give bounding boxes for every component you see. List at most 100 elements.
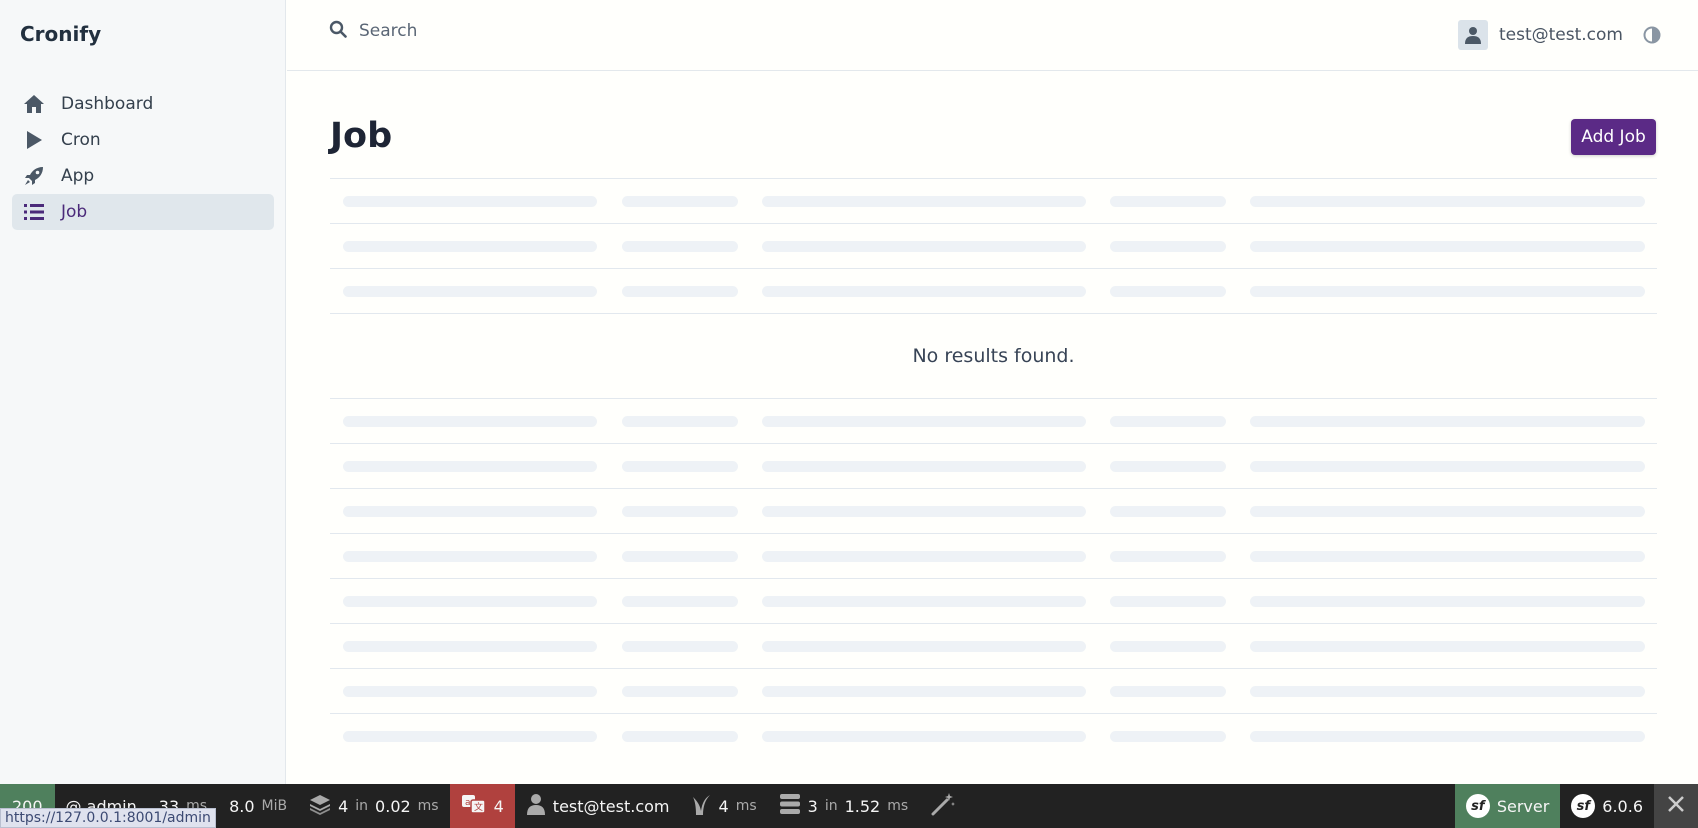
database-icon (779, 793, 801, 819)
toolbar-translation-count: 4 (493, 796, 504, 816)
table-row-placeholder (330, 268, 1657, 313)
toolbar-twig-unit: ms (735, 798, 757, 814)
table-row-placeholder (330, 623, 1657, 668)
theme-toggle-icon[interactable] (1643, 26, 1661, 44)
sidebar-item-job[interactable]: Job (12, 194, 274, 230)
skeleton-bar (1110, 641, 1226, 652)
skeleton-bar (762, 551, 1086, 562)
toolbar-db-time: 1.52 (844, 796, 881, 816)
skeleton-bar (622, 506, 738, 517)
brand-logo[interactable]: Cronify (20, 22, 101, 46)
table-row-placeholder (330, 398, 1657, 443)
toolbar-db-in: in (824, 798, 838, 814)
page-title: Job (330, 116, 393, 156)
table-row-placeholder (330, 443, 1657, 488)
skeleton-bar (622, 196, 738, 207)
toolbar-symfony-version: 6.0.6 (1602, 796, 1643, 816)
user-icon (1464, 27, 1481, 44)
empty-state: No results found. (330, 313, 1657, 398)
toolbar-memory-unit: MiB (261, 798, 288, 814)
table-row-placeholder (330, 178, 1657, 223)
skeleton-bar (1250, 461, 1645, 472)
toolbar-db-count: 3 (807, 796, 818, 816)
status-bar-url: https://127.0.0.1:8001/admin (0, 808, 216, 828)
skeleton-bar (343, 286, 597, 297)
toolbar-database[interactable]: 3 in 1.52 ms (768, 784, 920, 828)
toolbar-twig[interactable]: 4 ms (681, 784, 768, 828)
search-field[interactable]: Search (329, 20, 417, 42)
skeleton-bar (1110, 461, 1226, 472)
search-input[interactable]: Search (359, 21, 417, 41)
skeleton-bar (622, 641, 738, 652)
table-row-placeholder (330, 713, 1657, 758)
skeleton-bar (1110, 596, 1226, 607)
sidebar-item-dashboard[interactable]: Dashboard (12, 86, 274, 122)
skeleton-bar (343, 551, 597, 562)
toolbar-cache-count: 4 (338, 796, 349, 816)
toolbar-symfony[interactable]: sf 6.0.6 (1560, 784, 1654, 828)
add-job-button[interactable]: Add Job (1571, 119, 1656, 155)
sidebar-item-label: Job (61, 202, 88, 222)
list-icon (21, 200, 47, 224)
toolbar-wand[interactable] (919, 784, 967, 828)
sidebar-item-label: Cron (61, 130, 101, 150)
avatar (1457, 20, 1488, 50)
skeleton-bar (622, 286, 738, 297)
skeleton-bar (762, 641, 1086, 652)
skeleton-bar (762, 416, 1086, 427)
skeleton-bar (762, 731, 1086, 742)
table-row-placeholder (330, 223, 1657, 268)
toolbar-memory[interactable]: 8.0 MiB (218, 784, 298, 828)
toolbar-db-unit: ms (887, 798, 909, 814)
toolbar-server[interactable]: sf Server (1454, 784, 1561, 828)
sidebar-item-app[interactable]: App (12, 158, 274, 194)
skeleton-bar (343, 686, 597, 697)
skeleton-bar (762, 196, 1086, 207)
skeleton-bar (762, 596, 1086, 607)
skeleton-bar (1110, 196, 1226, 207)
symfony-logo-icon: sf (1571, 794, 1596, 818)
skeleton-bar (622, 551, 738, 562)
skeleton-bar (343, 596, 597, 607)
toolbar-close-button[interactable] (1654, 784, 1698, 828)
skeleton-bar (1110, 551, 1226, 562)
skeleton-bar (622, 686, 738, 697)
toolbar-user: test@test.com (552, 796, 670, 816)
toolbar-translation[interactable]: a文 4 (449, 784, 515, 828)
skeleton-bar (1250, 241, 1645, 252)
toolbar-cache[interactable]: 4 in 0.02 ms (298, 784, 450, 828)
skeleton-bar (1250, 286, 1645, 297)
toolbar-server-label: Server (1496, 796, 1550, 816)
table-row-placeholder (330, 578, 1657, 623)
job-table: No results found. (330, 178, 1657, 758)
skeleton-bar (343, 461, 597, 472)
skeleton-bar (1250, 551, 1645, 562)
toolbar-right: sf Server sf 6.0.6 (1454, 784, 1698, 828)
skeleton-bar (343, 416, 597, 427)
close-icon (1667, 795, 1685, 817)
toolbar-memory-value: 8.0 (229, 796, 255, 816)
sidebar-item-cron[interactable]: Cron (12, 122, 274, 158)
debug-toolbar: 200 @ admin 33 ms 8.0 MiB 4 in 0.02 ms a文 … (0, 784, 1698, 828)
sidebar: Cronify Dashboard Cron App Job (0, 0, 286, 784)
table-row-placeholder (330, 488, 1657, 533)
skeleton-bar (343, 731, 597, 742)
skeleton-bar (1110, 241, 1226, 252)
symfony-logo-icon: sf (1465, 794, 1490, 818)
skeleton-bar (1250, 641, 1645, 652)
search-icon (329, 20, 347, 42)
twig-icon (692, 793, 712, 819)
rocket-icon (21, 164, 47, 188)
skeleton-bar (762, 286, 1086, 297)
toolbar-cache-time: 0.02 (375, 796, 411, 816)
skeleton-bar (343, 641, 597, 652)
skeleton-bar (343, 196, 597, 207)
toolbar-security[interactable]: test@test.com (515, 784, 681, 828)
sidebar-nav: Dashboard Cron App Job (12, 86, 274, 230)
empty-message: No results found. (912, 345, 1075, 367)
svg-text:a: a (465, 798, 471, 808)
skeleton-bar (1250, 686, 1645, 697)
skeleton-bar (622, 416, 738, 427)
top-header: Search test@test.com (287, 0, 1698, 71)
user-menu[interactable]: test@test.com (1457, 20, 1623, 50)
